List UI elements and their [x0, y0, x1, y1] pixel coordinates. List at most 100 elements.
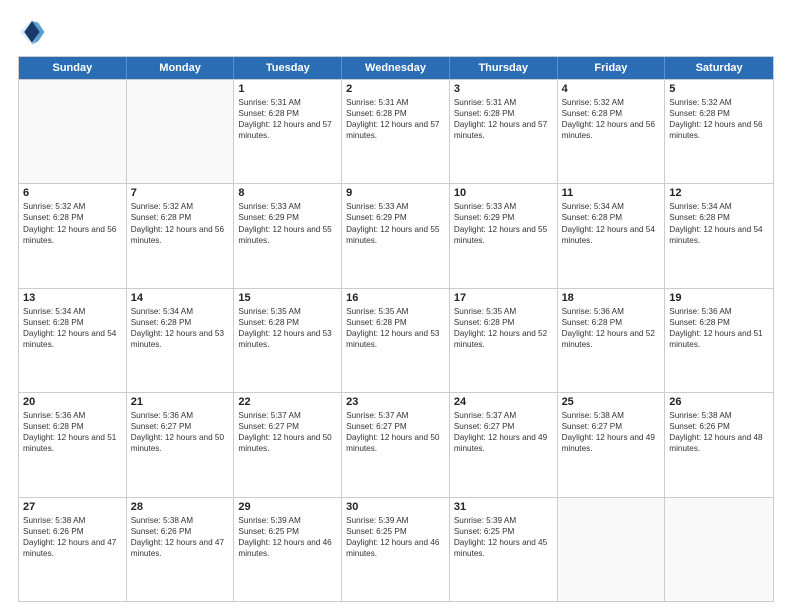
cell-info: Sunset: 6:28 PM	[23, 317, 122, 328]
calendar-cell: 17 Sunrise: 5:35 AMSunset: 6:28 PMDayligh…	[450, 289, 558, 392]
cell-info: Sunrise: 5:36 AM	[669, 306, 769, 317]
cell-info: Daylight: 12 hours and 56 minutes.	[562, 119, 661, 141]
cell-info: Sunrise: 5:35 AM	[346, 306, 445, 317]
cell-info: Sunrise: 5:33 AM	[454, 201, 553, 212]
calendar-cell	[19, 80, 127, 183]
cell-info: Sunset: 6:27 PM	[454, 421, 553, 432]
day-number: 9	[346, 187, 445, 199]
cell-info: Daylight: 12 hours and 53 minutes.	[131, 328, 230, 350]
calendar-cell: 11Sunrise: 5:34 AMSunset: 6:28 PMDayligh…	[558, 184, 666, 287]
calendar-cell: 4 Sunrise: 5:32 AMSunset: 6:28 PMDaylight…	[558, 80, 666, 183]
calendar-cell: 13Sunrise: 5:34 AMSunset: 6:28 PMDayligh…	[19, 289, 127, 392]
cell-info: Daylight: 12 hours and 56 minutes.	[23, 224, 122, 246]
cell-info: Sunrise: 5:35 AM	[454, 306, 553, 317]
day-number: 27	[23, 501, 122, 513]
calendar-row: 20Sunrise: 5:36 AMSunset: 6:28 PMDayligh…	[19, 392, 773, 496]
cell-info: Sunrise: 5:34 AM	[131, 306, 230, 317]
cell-info: Sunset: 6:28 PM	[562, 108, 661, 119]
cell-info: Daylight: 12 hours and 47 minutes.	[131, 537, 230, 559]
calendar-cell: 31Sunrise: 5:39 AMSunset: 6:25 PMDayligh…	[450, 498, 558, 601]
calendar-cell: 7Sunrise: 5:32 AMSunset: 6:28 PMDaylight…	[127, 184, 235, 287]
cell-info: Sunrise: 5:38 AM	[562, 410, 661, 421]
calendar-cell	[127, 80, 235, 183]
cell-info: Sunrise: 5:32 AM	[562, 97, 661, 108]
cell-info: Sunrise: 5:34 AM	[562, 201, 661, 212]
header	[18, 18, 774, 46]
cell-info: Sunset: 6:26 PM	[131, 526, 230, 537]
calendar-cell: 28 Sunrise: 5:38 AMSunset: 6:26 PMDayligh…	[127, 498, 235, 601]
cell-info: Daylight: 12 hours and 52 minutes.	[454, 328, 553, 350]
day-of-week-header: Saturday	[665, 57, 773, 79]
cell-info: Sunset: 6:28 PM	[669, 212, 769, 223]
cell-info: Sunset: 6:28 PM	[562, 212, 661, 223]
calendar: SundayMondayTuesdayWednesdayThursdayFrid…	[18, 56, 774, 602]
cell-info: Sunrise: 5:37 AM	[346, 410, 445, 421]
calendar-cell	[665, 498, 773, 601]
cell-info: Daylight: 12 hours and 51 minutes.	[23, 432, 122, 454]
cell-info: Sunset: 6:25 PM	[238, 526, 337, 537]
cell-info: Daylight: 12 hours and 57 minutes.	[346, 119, 445, 141]
cell-info: Sunset: 6:28 PM	[238, 108, 337, 119]
cell-info: Daylight: 12 hours and 46 minutes.	[346, 537, 445, 559]
cell-info: Sunrise: 5:38 AM	[669, 410, 769, 421]
cell-info: Sunset: 6:28 PM	[454, 108, 553, 119]
calendar-cell: 26Sunrise: 5:38 AMSunset: 6:26 PMDayligh…	[665, 393, 773, 496]
cell-info: Daylight: 12 hours and 54 minutes.	[669, 224, 769, 246]
cell-info: Sunrise: 5:38 AM	[131, 515, 230, 526]
cell-info: Sunset: 6:28 PM	[23, 212, 122, 223]
cell-info: Daylight: 12 hours and 48 minutes.	[669, 432, 769, 454]
cell-info: Sunset: 6:28 PM	[346, 108, 445, 119]
day-number: 3	[454, 83, 553, 95]
cell-info: Sunset: 6:28 PM	[131, 317, 230, 328]
cell-info: Sunset: 6:28 PM	[346, 317, 445, 328]
calendar-cell: 20Sunrise: 5:36 AMSunset: 6:28 PMDayligh…	[19, 393, 127, 496]
day-number: 30	[346, 501, 445, 513]
calendar-cell: 16Sunrise: 5:35 AMSunset: 6:28 PMDayligh…	[342, 289, 450, 392]
cell-info: Sunset: 6:28 PM	[454, 317, 553, 328]
cell-info: Sunset: 6:27 PM	[346, 421, 445, 432]
cell-info: Daylight: 12 hours and 47 minutes.	[23, 537, 122, 559]
day-number: 23	[346, 396, 445, 408]
calendar-cell: 21Sunrise: 5:36 AMSunset: 6:27 PMDayligh…	[127, 393, 235, 496]
cell-info: Daylight: 12 hours and 52 minutes.	[562, 328, 661, 350]
day-of-week-header: Wednesday	[342, 57, 450, 79]
logo-icon	[18, 18, 46, 46]
calendar-cell: 1Sunrise: 5:31 AMSunset: 6:28 PMDaylight…	[234, 80, 342, 183]
cell-info: Sunrise: 5:32 AM	[131, 201, 230, 212]
calendar-cell: 18Sunrise: 5:36 AMSunset: 6:28 PMDayligh…	[558, 289, 666, 392]
cell-info: Sunrise: 5:37 AM	[454, 410, 553, 421]
day-number: 28	[131, 501, 230, 513]
day-number: 8	[238, 187, 337, 199]
cell-info: Sunrise: 5:36 AM	[131, 410, 230, 421]
day-number: 31	[454, 501, 553, 513]
cell-info: Sunrise: 5:39 AM	[346, 515, 445, 526]
cell-info: Daylight: 12 hours and 49 minutes.	[562, 432, 661, 454]
calendar-cell: 9Sunrise: 5:33 AMSunset: 6:29 PMDaylight…	[342, 184, 450, 287]
day-number: 26	[669, 396, 769, 408]
cell-info: Sunset: 6:27 PM	[238, 421, 337, 432]
calendar-cell: 14 Sunrise: 5:34 AMSunset: 6:28 PMDayligh…	[127, 289, 235, 392]
day-of-week-header: Monday	[127, 57, 235, 79]
cell-info: Daylight: 12 hours and 50 minutes.	[238, 432, 337, 454]
cell-info: Daylight: 12 hours and 55 minutes.	[454, 224, 553, 246]
cell-info: Sunrise: 5:36 AM	[23, 410, 122, 421]
day-number: 17	[454, 292, 553, 304]
cell-info: Daylight: 12 hours and 53 minutes.	[238, 328, 337, 350]
calendar-row: 1Sunrise: 5:31 AMSunset: 6:28 PMDaylight…	[19, 79, 773, 183]
calendar-cell: 3Sunrise: 5:31 AMSunset: 6:28 PMDaylight…	[450, 80, 558, 183]
day-number: 14	[131, 292, 230, 304]
day-number: 16	[346, 292, 445, 304]
cell-info: Sunrise: 5:34 AM	[669, 201, 769, 212]
cell-info: Sunset: 6:28 PM	[669, 108, 769, 119]
day-of-week-header: Friday	[558, 57, 666, 79]
day-number: 22	[238, 396, 337, 408]
cell-info: Sunrise: 5:38 AM	[23, 515, 122, 526]
cell-info: Sunrise: 5:35 AM	[238, 306, 337, 317]
day-number: 24	[454, 396, 553, 408]
day-number: 18	[562, 292, 661, 304]
cell-info: Daylight: 12 hours and 51 minutes.	[669, 328, 769, 350]
day-number: 4	[562, 83, 661, 95]
calendar-cell: 12Sunrise: 5:34 AMSunset: 6:28 PMDayligh…	[665, 184, 773, 287]
logo	[18, 18, 50, 46]
day-number: 25	[562, 396, 661, 408]
